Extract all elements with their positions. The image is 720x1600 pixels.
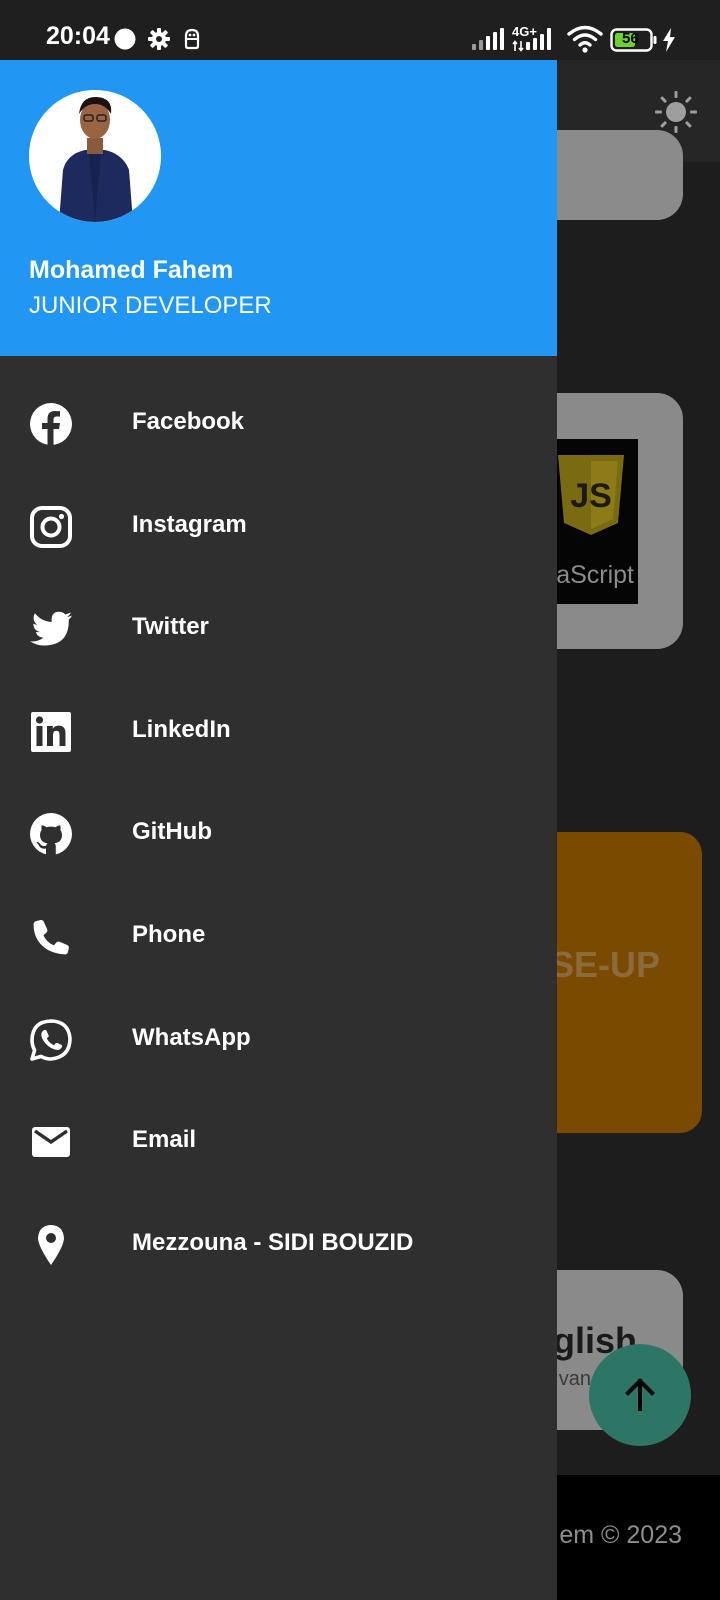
menu-item-label: Email <box>132 1126 197 1154</box>
signal-bars-2-icon <box>526 28 551 50</box>
wifi-icon <box>567 25 603 53</box>
menu-item-whatsapp[interactable]: WhatsApp <box>0 988 557 1091</box>
linkedin-icon <box>31 711 71 752</box>
arrow-up-icon <box>625 1378 655 1411</box>
data-arrows-icon <box>512 40 524 52</box>
language-card-level: van <box>558 1368 591 1390</box>
signal-bars-icon <box>472 28 504 50</box>
menu-item-label: WhatsApp <box>132 1023 251 1051</box>
status-time: 20:04 <box>46 22 110 50</box>
settings-gear-icon <box>148 28 170 50</box>
github-icon <box>30 813 72 856</box>
menu-item-label: Mezzouna - SIDI BOUZID <box>132 1228 414 1256</box>
sun-icon <box>655 91 697 133</box>
svg-text:JS: JS <box>570 477 612 515</box>
instagram-icon <box>30 505 72 548</box>
twitter-icon <box>30 611 72 646</box>
drawer-menu: Facebook Instagram Twitter LinkedIn GitH… <box>0 372 557 1295</box>
menu-item-location[interactable]: Mezzouna - SIDI BOUZID <box>0 1193 557 1296</box>
menu-item-email[interactable]: Email <box>0 1090 557 1193</box>
user-name: Mohamed Fahem <box>29 256 234 284</box>
app-notification-icon <box>184 28 200 50</box>
facebook-icon <box>30 403 72 445</box>
status-bar: 20:04 4G+ 56 <box>0 0 720 60</box>
menu-item-label: LinkedIn <box>132 715 231 743</box>
menu-item-label: Phone <box>132 920 206 948</box>
navigation-drawer: Mohamed Fahem JUNIOR DEVELOPER Facebook … <box>0 0 557 1600</box>
drawer-header: Mohamed Fahem JUNIOR DEVELOPER <box>0 60 557 356</box>
menu-item-label: Twitter <box>132 613 209 641</box>
battery-level: 56 <box>622 30 639 47</box>
scroll-to-top-button[interactable] <box>589 1344 691 1446</box>
profile-photo <box>29 90 161 222</box>
menu-item-label: GitHub <box>132 818 212 846</box>
notification-dot-icon <box>114 28 136 50</box>
menu-item-instagram[interactable]: Instagram <box>0 475 557 578</box>
user-role: JUNIOR DEVELOPER <box>29 292 272 319</box>
phone-icon <box>33 919 69 955</box>
javascript-logo-icon: JS <box>558 455 624 535</box>
charging-bolt-icon <box>663 28 675 52</box>
menu-item-facebook[interactable]: Facebook <box>0 372 557 475</box>
footer-copyright: em © 2023 <box>559 1521 682 1549</box>
menu-item-label: Facebook <box>132 408 245 435</box>
menu-item-linkedin[interactable]: LinkedIn <box>0 680 557 783</box>
theme-toggle-button[interactable] <box>654 90 698 134</box>
email-icon <box>32 1127 70 1158</box>
menu-item-twitter[interactable]: Twitter <box>0 577 557 680</box>
menu-item-label: Instagram <box>132 510 247 538</box>
menu-item-github[interactable]: GitHub <box>0 782 557 885</box>
location-icon <box>38 1224 64 1265</box>
whatsapp-icon <box>30 1018 72 1061</box>
project-card-title: SE-UP <box>549 944 660 985</box>
avatar <box>29 90 161 222</box>
menu-item-phone[interactable]: Phone <box>0 885 557 988</box>
